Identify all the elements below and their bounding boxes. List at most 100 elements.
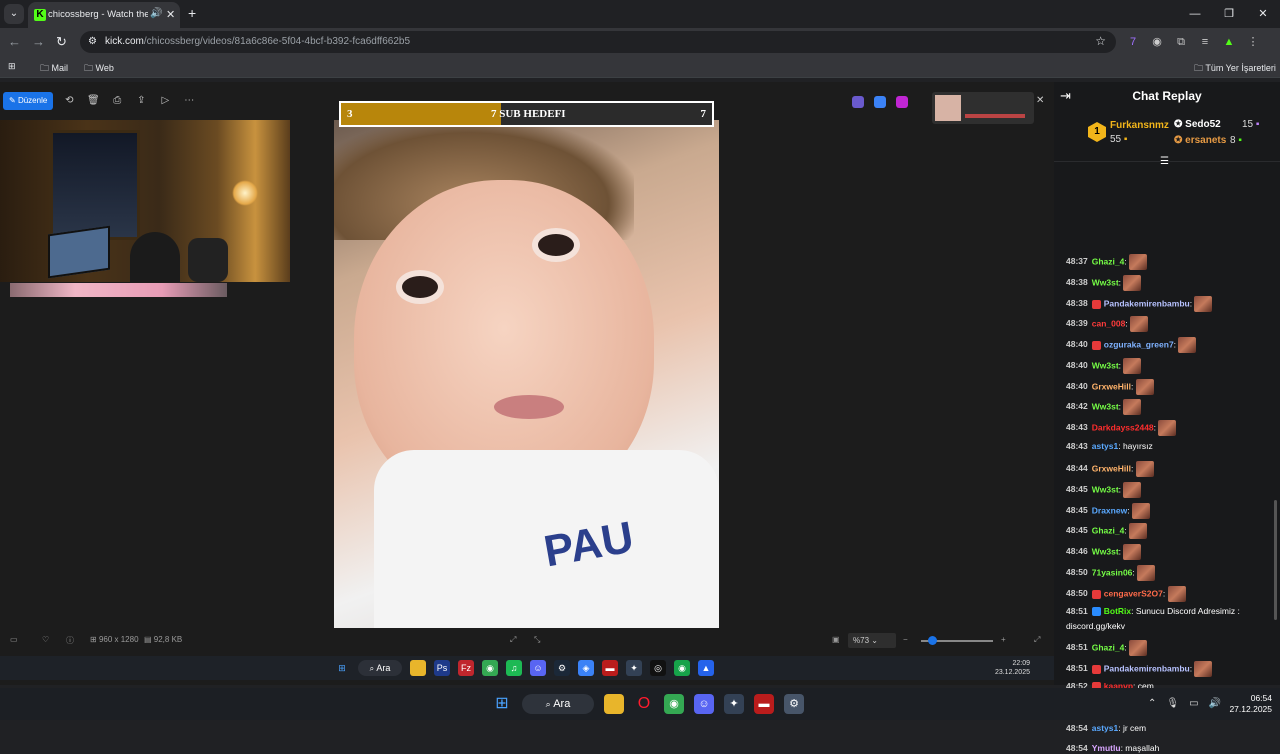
steam-icon[interactable]: ⚙ <box>554 660 570 676</box>
zoom-slider-handle[interactable] <box>928 636 937 645</box>
url-text[interactable]: kick.com/chicossberg/videos/81a6c86e-5f0… <box>105 36 410 47</box>
close-icon[interactable]: ✕ <box>1036 95 1044 106</box>
back-icon[interactable]: ← <box>8 34 21 49</box>
fullscreen-icon[interactable]: ⤢ <box>1034 635 1040 645</box>
explorer-icon[interactable] <box>604 694 624 714</box>
app-icon[interactable] <box>852 96 864 108</box>
message-username[interactable]: cengaverS2O7 <box>1104 588 1163 598</box>
leader-1-name[interactable]: Furkansnmz <box>1110 120 1169 131</box>
forward-icon[interactable]: → <box>32 34 45 49</box>
camera-icon[interactable]: ◉ <box>1150 35 1164 49</box>
more-icon[interactable]: ⋯ <box>181 93 197 109</box>
display-icon[interactable]: ▭ <box>1189 698 1198 709</box>
message-username[interactable]: BotRix <box>1104 606 1131 616</box>
windows-start-icon[interactable]: ⊞ <box>492 694 512 714</box>
message-username[interactable]: Ww3st <box>1092 484 1119 494</box>
app-icon[interactable]: ▬ <box>754 694 774 714</box>
message-username[interactable]: GrxweHill <box>1092 463 1131 473</box>
app-icon[interactable]: ✦ <box>626 660 642 676</box>
zoom-in-icon[interactable]: + <box>1001 635 1006 644</box>
heart-icon[interactable]: ♡ <box>42 635 49 644</box>
message-username[interactable]: astys1 <box>1092 723 1118 733</box>
filezilla-icon[interactable]: Fz <box>458 660 474 676</box>
opera-icon[interactable]: O <box>634 694 654 714</box>
all-bookmarks[interactable]: 🗀 Tüm Yer İşaretleri <box>1194 61 1276 77</box>
actual-size-icon[interactable]: ⤡ <box>534 635 540 645</box>
chevron-up-icon[interactable]: ⌃ <box>1148 698 1156 709</box>
message-username[interactable]: Draxnew <box>1092 505 1127 515</box>
message-username[interactable]: Ww3st <box>1092 546 1119 556</box>
chat-scrollbar[interactable] <box>1274 500 1277 620</box>
profile-icon[interactable]: ▲ <box>1222 35 1236 49</box>
discord-icon[interactable]: ☺ <box>694 694 714 714</box>
app-icon[interactable]: ▲ <box>698 660 714 676</box>
zoom-out-icon[interactable]: − <box>903 635 908 644</box>
restore-icon[interactable]: ❐ <box>1212 0 1246 28</box>
browser-tab[interactable]: K chicossberg - Watch the VO 🔊 ✕ <box>28 2 180 28</box>
message-username[interactable]: Darkdayss2448 <box>1092 422 1154 432</box>
taskbar-clock[interactable]: 06:54 27.12.2025 <box>1222 693 1272 715</box>
chrome-icon[interactable]: ◉ <box>664 694 684 714</box>
tab-search-button[interactable]: ⌄ <box>4 4 24 24</box>
microphone-icon[interactable]: 🎙 <box>1166 698 1179 709</box>
remote-search-box[interactable]: ⌕ Ara <box>358 660 402 676</box>
message-username[interactable]: GrxweHill <box>1092 381 1131 391</box>
taskbar-search[interactable]: ⌕ Ara <box>522 694 594 714</box>
delete-icon[interactable]: 🗑 <box>85 93 101 109</box>
message-username[interactable]: Ww3st <box>1092 277 1119 287</box>
address-bar[interactable]: ⚙ kick.com/chicossberg/videos/81a6c86e-5… <box>80 31 1116 53</box>
spotify-icon[interactable]: ♫ <box>506 660 522 676</box>
slideshow-icon[interactable]: ▷ <box>157 93 173 109</box>
share-icon[interactable]: ⇪ <box>133 93 149 109</box>
rotate-icon[interactable]: ⟲ <box>61 93 77 109</box>
bookmark-star-icon[interactable]: ☆ <box>1095 34 1106 48</box>
chrome-icon[interactable]: ◉ <box>674 660 690 676</box>
app-icon[interactable] <box>896 96 908 108</box>
message-username[interactable]: Pandakemirenbambu <box>1104 663 1190 673</box>
explorer-icon[interactable] <box>410 660 426 676</box>
message-username[interactable]: Ghazi_4 <box>1092 525 1125 535</box>
site-info-icon[interactable]: ⚙ <box>88 36 97 47</box>
message-username[interactable]: 71yasin06 <box>1092 567 1133 577</box>
bookmark-mail[interactable]: 🗀 Mail <box>40 61 68 77</box>
close-window-icon[interactable]: ✕ <box>1246 0 1280 28</box>
message-username[interactable]: Ymutlu <box>1092 743 1121 753</box>
fit-icon[interactable]: ⤢ <box>510 635 516 645</box>
message-username[interactable]: Ghazi_4 <box>1092 256 1125 266</box>
edit-button[interactable]: ✎ Düzenle <box>3 92 54 110</box>
screen-icon[interactable]: ▣ <box>832 635 840 644</box>
zoom-select[interactable]: %73 ⌄ <box>848 633 896 648</box>
message-username[interactable]: Ww3st <box>1092 360 1119 370</box>
speaker-icon[interactable]: 🔊 <box>150 8 162 19</box>
app-icon[interactable]: ◈ <box>578 660 594 676</box>
discord-icon[interactable]: ☺ <box>530 660 546 676</box>
message-username[interactable]: astys1 <box>1092 441 1118 451</box>
new-tab-button[interactable]: + <box>188 5 196 21</box>
menu-icon[interactable]: ⋮ <box>1246 35 1260 49</box>
media-icon[interactable]: ≡ <box>1198 35 1212 49</box>
message-username[interactable]: Pandakemirenbambu <box>1104 298 1190 308</box>
info-icon[interactable]: ⓘ <box>66 635 74 646</box>
message-username[interactable]: Ghazi_4 <box>1092 642 1125 652</box>
minimize-icon[interactable]: — <box>1178 0 1212 28</box>
apps-icon[interactable]: ⊞ <box>8 61 16 72</box>
app-icon[interactable] <box>874 96 886 108</box>
notification-toast[interactable] <box>932 92 1034 124</box>
volume-icon[interactable]: 🔊 <box>1209 698 1221 709</box>
chrome-icon[interactable]: ◉ <box>482 660 498 676</box>
expand-leaderboard-icon[interactable]: ☰ <box>1160 156 1169 167</box>
bookmark-web[interactable]: 🗀 Web <box>84 61 114 77</box>
photoshop-icon[interactable]: Ps <box>434 660 450 676</box>
reload-icon[interactable]: ↻ <box>56 34 67 50</box>
settings-icon[interactable]: ⚙ <box>784 694 804 714</box>
puzzle-icon[interactable]: ⧉ <box>1174 35 1188 49</box>
print-icon[interactable]: ⎙ <box>109 93 125 109</box>
extension-icon[interactable]: 7 <box>1126 35 1140 49</box>
message-username[interactable]: Ww3st <box>1092 401 1119 411</box>
windows-start-icon[interactable]: ⊞ <box>334 660 350 676</box>
message-username[interactable]: can_008 <box>1092 318 1126 328</box>
obs-icon[interactable]: ◎ <box>650 660 666 676</box>
leader-2-name[interactable]: ✪ Sedo52 <box>1174 119 1221 130</box>
filmstrip-icon[interactable]: ▭ <box>10 635 18 644</box>
app-icon[interactable]: ✦ <box>724 694 744 714</box>
